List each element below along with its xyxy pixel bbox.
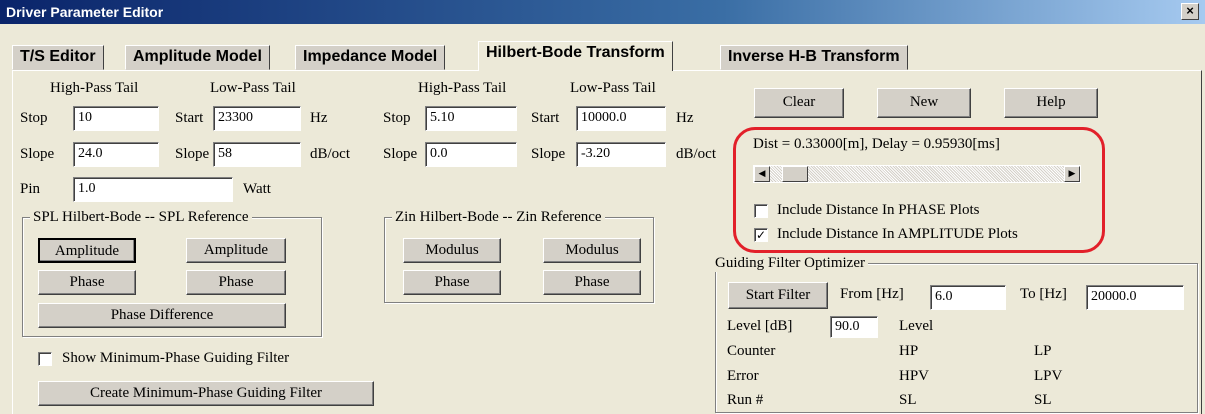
start-filter-button[interactable]: Start Filter bbox=[728, 282, 828, 309]
optimizer-title: Guiding Filter Optimizer bbox=[712, 255, 868, 272]
stop-label: Stop bbox=[20, 110, 48, 126]
start-label: Start bbox=[175, 110, 204, 126]
dboct-unit-2: dB/oct bbox=[676, 146, 716, 162]
tab-inverse-hb[interactable]: Inverse H-B Transform bbox=[720, 45, 908, 70]
window-title: Driver Parameter Editor bbox=[6, 4, 164, 20]
lp-start-input[interactable]: 23300 bbox=[213, 106, 301, 131]
level-input[interactable]: 90.0 bbox=[830, 316, 878, 338]
help-button[interactable]: Help bbox=[1004, 88, 1098, 118]
zin-phase-button[interactable]: Phase bbox=[403, 270, 501, 295]
ref-phase-button[interactable]: Phase bbox=[186, 270, 286, 295]
level-text: Level bbox=[899, 318, 934, 334]
show-guiding-filter-label: Show Minimum-Phase Guiding Filter bbox=[62, 350, 290, 366]
counter-label: Counter bbox=[727, 343, 776, 359]
pin-input[interactable]: 1.0 bbox=[73, 177, 233, 202]
create-guiding-filter-button[interactable]: Create Minimum-Phase Guiding Filter bbox=[38, 381, 374, 406]
slope-label-2: Slope bbox=[383, 146, 418, 162]
error-lp: LPV bbox=[1034, 368, 1063, 384]
slope-label-lp-2: Slope bbox=[531, 146, 566, 162]
slope-label: Slope bbox=[20, 146, 55, 162]
error-hp: HPV bbox=[899, 368, 930, 384]
new-button[interactable]: New bbox=[877, 88, 971, 118]
ref-amplitude-button[interactable]: Amplitude bbox=[186, 238, 286, 263]
close-icon[interactable]: × bbox=[1181, 3, 1199, 20]
title-bar: Driver Parameter Editor bbox=[0, 0, 1205, 24]
from-input[interactable]: 6.0 bbox=[930, 285, 1006, 310]
scroll-thumb[interactable] bbox=[782, 166, 808, 182]
hp-stop-input-2[interactable]: 5.10 bbox=[425, 106, 517, 131]
spl-group-title: SPL Hilbert-Bode -- SPL Reference bbox=[30, 209, 252, 226]
include-amplitude-checkbox[interactable]: ✓ bbox=[754, 228, 768, 242]
phase-difference-button[interactable]: Phase Difference bbox=[38, 303, 286, 328]
scroll-right-icon[interactable]: ▶ bbox=[1064, 166, 1080, 182]
include-amplitude-label: Include Distance In AMPLITUDE Plots bbox=[777, 226, 1018, 242]
error-label: Error bbox=[727, 368, 759, 384]
counter-hp: HP bbox=[899, 343, 919, 359]
counter-lp: LP bbox=[1034, 343, 1052, 359]
run-hp: SL bbox=[899, 392, 917, 408]
hz-unit-2: Hz bbox=[676, 110, 694, 126]
stop-label-2: Stop bbox=[383, 110, 411, 126]
hz-unit: Hz bbox=[310, 110, 328, 126]
include-phase-label: Include Distance In PHASE Plots bbox=[777, 202, 980, 218]
hp-tail-header: High-Pass Tail bbox=[50, 80, 139, 96]
lp-start-input-2[interactable]: 10000.0 bbox=[576, 106, 666, 131]
tab-ts-editor[interactable]: T/S Editor bbox=[12, 45, 104, 70]
pin-label: Pin bbox=[20, 181, 41, 197]
hp-slope-input-2[interactable]: 0.0 bbox=[425, 142, 517, 167]
hp-stop-input[interactable]: 10 bbox=[73, 106, 159, 131]
to-label: To [Hz] bbox=[1020, 286, 1067, 302]
hp-tail-header-2: High-Pass Tail bbox=[418, 80, 507, 96]
from-label: From [Hz] bbox=[840, 286, 904, 302]
dboct-unit: dB/oct bbox=[310, 146, 350, 162]
level-label: Level [dB] bbox=[727, 318, 793, 334]
ref-modulus-button[interactable]: Modulus bbox=[543, 238, 641, 263]
hp-slope-input[interactable]: 24.0 bbox=[73, 142, 159, 167]
start-label-2: Start bbox=[531, 110, 560, 126]
spl-phase-button[interactable]: Phase bbox=[38, 270, 136, 295]
to-input[interactable]: 20000.0 bbox=[1086, 285, 1184, 310]
tab-impedance-model[interactable]: Impedance Model bbox=[295, 45, 446, 70]
watt-unit: Watt bbox=[243, 181, 271, 197]
tab-hilbert-bode[interactable]: Hilbert-Bode Transform bbox=[478, 41, 673, 71]
zin-group-title: Zin Hilbert-Bode -- Zin Reference bbox=[392, 209, 605, 226]
tab-amplitude-model[interactable]: Amplitude Model bbox=[125, 45, 270, 70]
scroll-left-icon[interactable]: ◀ bbox=[754, 166, 770, 182]
zin-modulus-button[interactable]: Modulus bbox=[403, 238, 501, 263]
distance-readout: Dist = 0.33000[m], Delay = 0.95930[ms] bbox=[753, 136, 1000, 152]
show-guiding-filter-checkbox[interactable] bbox=[38, 352, 52, 366]
run-label: Run # bbox=[727, 392, 764, 408]
spl-amplitude-button[interactable]: Amplitude bbox=[38, 238, 136, 263]
clear-button[interactable]: Clear bbox=[754, 88, 844, 118]
run-lp: SL bbox=[1034, 392, 1052, 408]
lp-slope-input[interactable]: 58 bbox=[213, 142, 301, 167]
lp-tail-header-2: Low-Pass Tail bbox=[570, 80, 656, 96]
lp-slope-input-2[interactable]: -3.20 bbox=[576, 142, 666, 167]
zin-ref-phase-button[interactable]: Phase bbox=[543, 270, 641, 295]
include-phase-checkbox[interactable] bbox=[754, 204, 768, 218]
slope-label-lp: Slope bbox=[175, 146, 210, 162]
lp-tail-header: Low-Pass Tail bbox=[210, 80, 296, 96]
